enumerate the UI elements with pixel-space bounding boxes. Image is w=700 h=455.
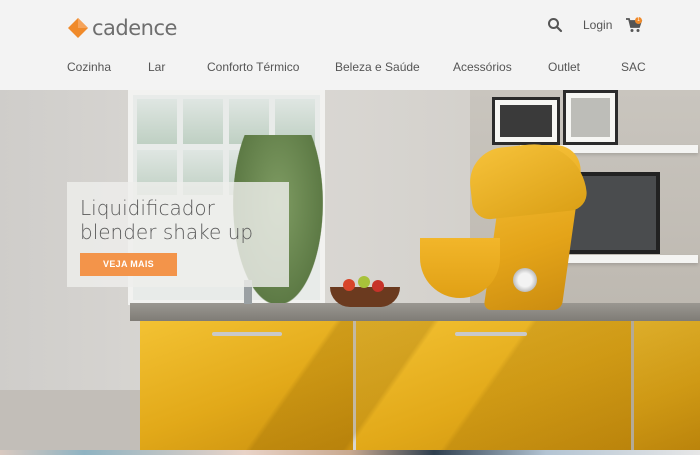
nav-item-beleza-e-saude[interactable]: Beleza e Saúde [335,60,420,74]
search-icon[interactable] [547,17,563,33]
nav-item-outlet[interactable]: Outlet [548,60,580,74]
next-section-preview [0,450,700,455]
apple [358,276,370,288]
picture-frame [492,97,560,145]
site-header: cadence Login 1 Cozinha Lar Conforto Tér… [0,0,700,90]
apple [343,279,355,291]
nav-item-conforto-termico[interactable]: Conforto Térmico [207,60,299,74]
cart-count-badge: 1 [635,17,642,24]
picture-frame [563,90,618,145]
cabinet-shadow [140,321,700,450]
fruit-bowl [330,287,400,307]
nav-item-acessorios[interactable]: Acessórios [453,60,512,74]
login-link[interactable]: Login [583,18,612,32]
main-nav: Cozinha Lar Conforto Térmico Beleza e Sa… [0,60,700,76]
wall-shelf-lower [555,255,698,263]
nav-item-sac[interactable]: SAC [621,60,646,74]
logo-diamond-icon [67,17,89,39]
hero-promo-card: Liquidificador blender shake up VEJA MAI… [67,182,289,287]
nav-item-cozinha[interactable]: Cozinha [67,60,111,74]
floor [0,390,140,450]
logo[interactable]: cadence [67,16,177,40]
counter-top [130,303,700,321]
mixer-knob [513,268,537,292]
apple [372,280,384,292]
cabinet-handle [455,332,527,336]
veja-mais-button[interactable]: VEJA MAIS [80,253,177,276]
nav-item-lar[interactable]: Lar [148,60,165,74]
cabinet-handle [212,332,282,336]
logo-text: cadence [92,16,177,40]
hero-title: Liquidificador blender shake up [80,196,254,244]
